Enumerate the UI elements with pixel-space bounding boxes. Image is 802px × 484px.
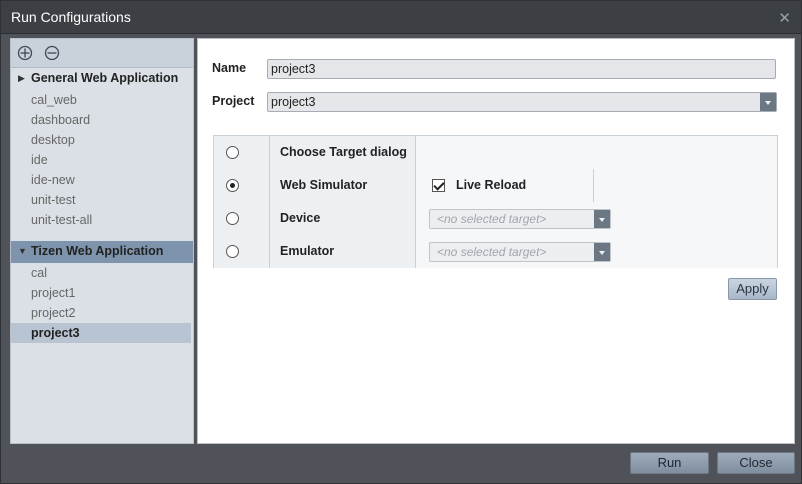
- device-radio[interactable]: [226, 212, 239, 225]
- label-cell: Emulator: [270, 235, 416, 268]
- chevron-down-icon[interactable]: [594, 243, 610, 261]
- name-label: Name: [212, 61, 247, 75]
- target-label: Emulator: [280, 244, 335, 258]
- target-table: Choose Target dialog Web Simulator Live …: [213, 135, 778, 268]
- choose-target-dialog-radio[interactable]: [226, 146, 239, 159]
- option-cell: Live Reload: [416, 169, 777, 202]
- tree-group-label: Tizen Web Application: [31, 244, 164, 258]
- remove-circle-icon[interactable]: [44, 45, 60, 61]
- apply-button[interactable]: Apply: [728, 278, 777, 300]
- tree-group-label: General Web Application: [31, 71, 179, 85]
- tree-item-unit-test[interactable]: unit-test: [11, 190, 191, 210]
- collapse-arrow-icon[interactable]: ▼: [18, 246, 27, 256]
- chevron-down-icon[interactable]: [594, 210, 610, 228]
- run-configurations-dialog: Run Configurations ✕ ▶ General Web Appli…: [0, 0, 802, 484]
- chevron-down-icon[interactable]: [760, 93, 776, 111]
- label-cell: Choose Target dialog: [270, 136, 416, 169]
- emulator-radio[interactable]: [226, 245, 239, 258]
- tree-item-ide-new[interactable]: ide-new: [11, 170, 191, 190]
- target-label: Device: [280, 211, 321, 225]
- configuration-form: Name project3 Project project3 Choose Ta…: [197, 38, 795, 444]
- label-cell: Device: [270, 202, 416, 235]
- radio-cell: [214, 235, 270, 268]
- expand-arrow-icon[interactable]: ▶: [18, 73, 25, 84]
- run-button[interactable]: Run: [630, 452, 709, 474]
- web-simulator-radio[interactable]: [226, 179, 239, 192]
- radio-cell: [214, 202, 270, 235]
- target-label: Web Simulator: [280, 178, 368, 192]
- live-reload-label: Live Reload: [456, 178, 527, 192]
- tree-item-cal[interactable]: cal: [11, 263, 191, 283]
- tree-item-unit-test-all[interactable]: unit-test-all: [11, 210, 191, 230]
- window-title: Run Configurations: [11, 9, 131, 25]
- divider: [593, 169, 594, 202]
- tree-item-project2[interactable]: project2: [11, 303, 191, 323]
- configuration-tree: ▶ General Web Application cal_web dashbo…: [10, 38, 194, 444]
- radio-cell: [214, 169, 270, 202]
- close-button[interactable]: Close: [717, 452, 795, 474]
- tree-item-project3[interactable]: project3: [11, 323, 191, 343]
- project-select-value: project3: [271, 95, 316, 109]
- tree-group-general-web-application[interactable]: ▶ General Web Application: [11, 68, 193, 90]
- target-row-choose-target-dialog: Choose Target dialog: [214, 136, 777, 170]
- tree-group-tizen-web-application[interactable]: ▼ Tizen Web Application: [11, 241, 193, 263]
- project-select[interactable]: project3: [267, 92, 777, 112]
- tree-item-ide[interactable]: ide: [11, 150, 191, 170]
- tree-item-desktop[interactable]: desktop: [11, 130, 191, 150]
- radio-cell: [214, 136, 270, 169]
- target-row-emulator: Emulator <no selected target>: [214, 235, 777, 268]
- live-reload-checkbox[interactable]: [432, 179, 445, 192]
- name-field[interactable]: project3: [267, 59, 776, 79]
- device-target-select[interactable]: <no selected target>: [429, 209, 611, 229]
- option-cell: [416, 136, 777, 169]
- title-bar: Run Configurations ✕: [1, 1, 801, 34]
- target-label: Choose Target dialog: [280, 145, 407, 159]
- target-row-web-simulator: Web Simulator Live Reload: [214, 169, 777, 203]
- tree-item-cal-web[interactable]: cal_web: [11, 90, 191, 110]
- option-cell: <no selected target>: [416, 235, 777, 268]
- close-icon[interactable]: ✕: [778, 9, 791, 27]
- target-row-device: Device <no selected target>: [214, 202, 777, 236]
- tree-toolbar: [11, 39, 193, 68]
- label-cell: Web Simulator: [270, 169, 416, 202]
- add-circle-icon[interactable]: [17, 45, 33, 61]
- option-cell: <no selected target>: [416, 202, 777, 235]
- project-label: Project: [212, 94, 255, 108]
- target-placeholder: <no selected target>: [437, 212, 547, 226]
- tree-item-dashboard[interactable]: dashboard: [11, 110, 191, 130]
- emulator-target-select[interactable]: <no selected target>: [429, 242, 611, 262]
- tree-item-project1[interactable]: project1: [11, 283, 191, 303]
- target-placeholder: <no selected target>: [437, 245, 547, 259]
